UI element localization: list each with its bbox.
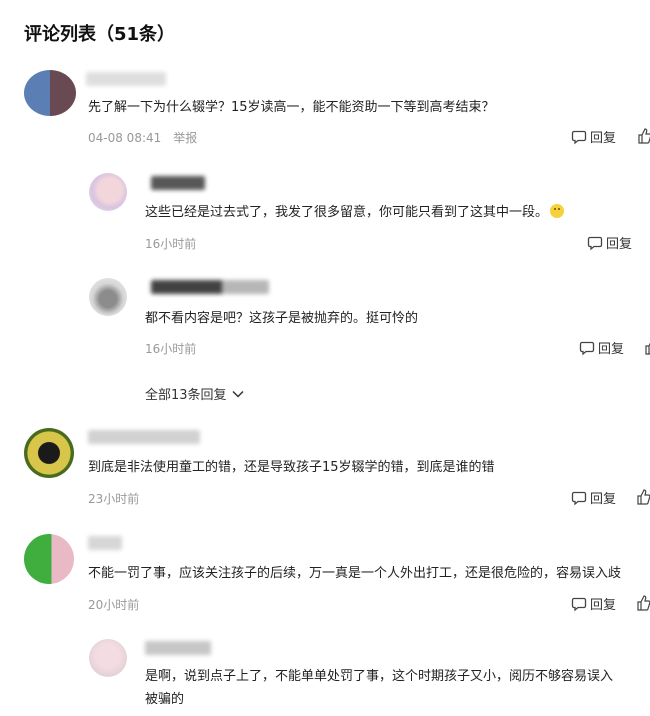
comment-bubble-icon — [571, 130, 587, 144]
avatar[interactable] — [24, 534, 74, 584]
reply-button[interactable]: 回复 — [579, 338, 624, 357]
comment-time: 16小时前 — [145, 237, 197, 251]
avatar[interactable] — [89, 639, 127, 677]
comment-meta: 04-08 08:41 举报 — [88, 129, 197, 146]
comment-bubble-icon — [587, 236, 603, 250]
avatar[interactable] — [24, 428, 74, 478]
comment-text: 到底是非法使用童工的错，还是导致孩子15岁辍学的错，到底是谁的错 — [88, 460, 495, 475]
reply-button[interactable]: 回复 — [571, 127, 616, 146]
smile-emoji-icon — [550, 204, 565, 218]
expand-replies-link[interactable]: 全部13条回复 — [145, 384, 245, 403]
comment-text-continued: 被骗的 — [145, 692, 185, 707]
username-blurred[interactable] — [88, 536, 122, 550]
username-blurred[interactable] — [145, 641, 211, 655]
username-blurred[interactable] — [151, 280, 269, 294]
reply-button[interactable]: 回复 — [571, 488, 616, 507]
comment-time: 16小时前 — [145, 342, 197, 356]
avatar[interactable] — [89, 173, 127, 211]
thumbs-up-icon[interactable] — [636, 489, 650, 505]
comment-time: 04-08 08:41 — [88, 131, 162, 145]
comment-text: 都不看内容是吧？这孩子是被抛弃的。挺可怜的 — [145, 311, 419, 326]
thumbs-up-icon[interactable] — [644, 339, 650, 355]
page-title: 评论列表（51条） — [24, 24, 176, 45]
chevron-down-icon — [232, 390, 244, 398]
reply-button[interactable]: 回复 — [587, 233, 632, 252]
thumbs-up-icon[interactable] — [636, 595, 650, 611]
avatar[interactable] — [89, 278, 127, 316]
comment-time: 20小时前 — [88, 598, 140, 612]
comment-text: 这些已经是过去式了，我发了很多留意，你可能只看到了这其中一段。 — [145, 203, 615, 223]
username-blurred[interactable] — [86, 72, 166, 86]
comment-text: 是啊，说到点子上了，不能单单处罚了事，这个时期孩子又小，阅历不够容易误入 — [145, 669, 614, 684]
comment-bubble-icon — [571, 597, 587, 611]
avatar[interactable] — [24, 70, 76, 116]
username-blurred[interactable] — [88, 430, 200, 444]
username-blurred[interactable] — [151, 176, 205, 190]
thumbs-up-icon[interactable] — [637, 128, 650, 144]
comment-bubble-icon — [579, 341, 595, 355]
comment-text: 不能一罚了事，应该关注孩子的后续，万一真是一个人外出打工，还是很危险的，容易误入… — [88, 566, 622, 581]
comment-text: 先了解一下为什么辍学？15岁读高一，能不能资助一下等到高考结束？ — [88, 100, 495, 115]
reply-button[interactable]: 回复 — [571, 594, 616, 613]
comment-bubble-icon — [571, 491, 587, 505]
report-link[interactable]: 举报 — [173, 131, 197, 145]
comment-time: 23小时前 — [88, 492, 140, 506]
